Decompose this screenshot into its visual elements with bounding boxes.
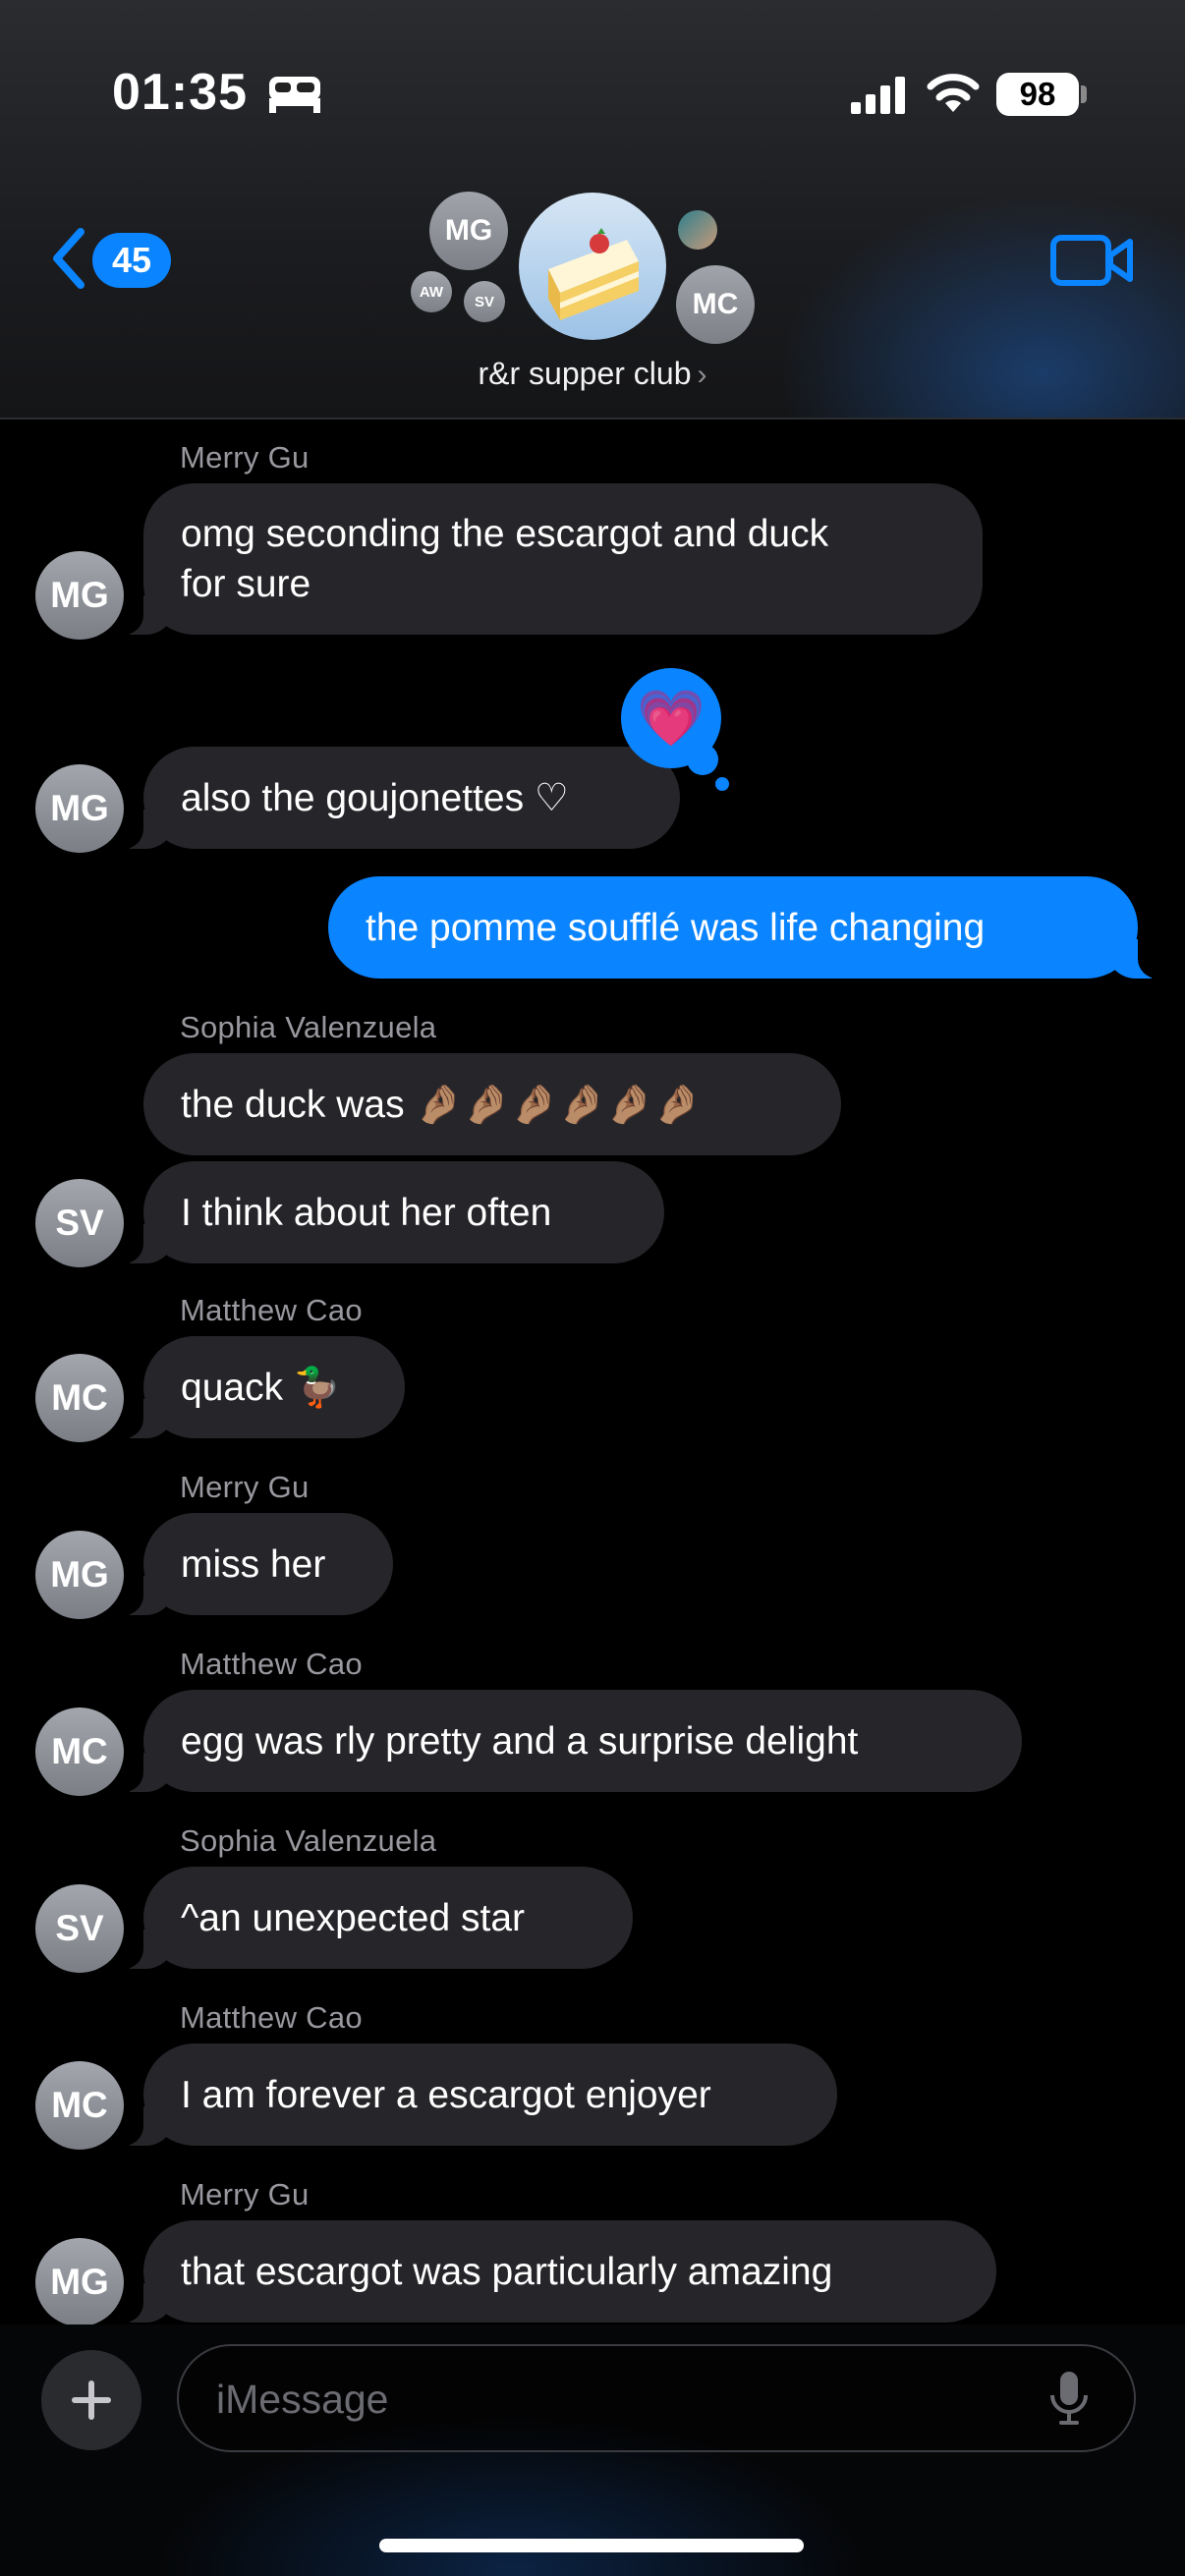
message-text: miss her [181, 1542, 326, 1586]
message-bubble[interactable]: I am forever a escargot enjoyer [120, 2044, 837, 2146]
cellular-signal-icon [851, 77, 905, 114]
message-bubble[interactable]: omg seconding the escargot and duck for … [120, 483, 983, 635]
message-bubble[interactable]: I think about her often [120, 1161, 664, 1263]
status-time: 01:35 [112, 64, 248, 121]
conversation-header: 01:35 98 45 MG AW SV MC r&r supper club … [0, 0, 1185, 420]
message-bubble[interactable]: the duck was 🤌🏽🤌🏽🤌🏽🤌🏽🤌🏽🤌🏽 [143, 1053, 841, 1155]
sender-name: Sophia Valenzuela [180, 1823, 437, 1858]
avatar[interactable]: MG [35, 551, 124, 640]
message-text-line: for sure [181, 563, 311, 605]
message-text: the pomme soufflé was life changing [366, 906, 986, 949]
message-bubble[interactable]: that escargot was particularly amazing [120, 2220, 996, 2323]
member-avatar-mc: MC [676, 265, 755, 344]
group-photo-cake[interactable] [519, 193, 666, 340]
message-bubble[interactable]: ^an unexpected star [120, 1867, 633, 1969]
home-indicator[interactable] [379, 2539, 804, 2552]
message-text: ^an unexpected star [181, 1896, 526, 1939]
message-text: the duck was 🤌🏽🤌🏽🤌🏽🤌🏽🤌🏽🤌🏽 [181, 1083, 702, 1126]
message-bubble[interactable]: quack 🦆 [120, 1336, 405, 1438]
microphone-icon[interactable] [1048, 2370, 1090, 2429]
message-text: also the goujonettes ♡ [181, 776, 569, 819]
message-bubble[interactable]: egg was rly pretty and a surprise deligh… [120, 1690, 1022, 1792]
sleep-focus-icon [269, 77, 320, 113]
message-text: egg was rly pretty and a surprise deligh… [181, 1719, 859, 1763]
battery-indicator: 98 [996, 73, 1079, 116]
group-name-link[interactable]: r&r supper club › [0, 356, 1185, 392]
reaction-tail [715, 777, 729, 791]
avatar[interactable]: MG [35, 1531, 124, 1619]
message-text: that escargot was particularly amazing [181, 2250, 833, 2293]
sender-name: Merry Gu [180, 440, 310, 475]
chevron-right-icon: › [697, 359, 707, 391]
avatar[interactable]: MC [35, 1354, 124, 1442]
avatar[interactable]: SV [35, 1179, 124, 1267]
message-input[interactable] [214, 2346, 1004, 2452]
message-text-line: omg seconding the escargot and duck [181, 513, 829, 555]
wifi-icon [927, 74, 980, 112]
avatar[interactable]: MG [35, 2238, 124, 2326]
member-avatar-mg: MG [429, 192, 508, 270]
group-name: r&r supper club [478, 356, 692, 391]
message-text: quack 🦆 [181, 1366, 342, 1409]
sender-name: Matthew Cao [180, 1293, 363, 1327]
message-bubble[interactable]: also the goujonettes ♡ [120, 747, 680, 849]
message-text: I think about her often [181, 1191, 552, 1234]
message-bubble[interactable]: miss her [120, 1513, 393, 1615]
add-attachment-button[interactable] [41, 2350, 141, 2450]
battery-nub [1081, 85, 1087, 103]
avatar[interactable]: MC [35, 1708, 124, 1796]
sender-name: Merry Gu [180, 2177, 310, 2212]
member-avatar-aw: AW [411, 271, 452, 312]
sender-name: Matthew Cao [180, 2000, 363, 2035]
avatar[interactable]: MC [35, 2061, 124, 2150]
message-field[interactable] [177, 2344, 1136, 2452]
sender-name: Matthew Cao [180, 1647, 363, 1681]
message-text: I am forever a escargot enjoyer [181, 2073, 711, 2116]
sender-name: Merry Gu [180, 1470, 310, 1504]
back-chevron-icon[interactable] [49, 226, 88, 291]
sender-name: Sophia Valenzuela [180, 1010, 437, 1044]
avatar[interactable]: MG [35, 764, 124, 853]
member-avatar-sv: SV [464, 281, 505, 322]
unread-count-badge[interactable]: 45 [92, 233, 171, 288]
plus-icon [72, 2380, 111, 2420]
video-call-icon[interactable] [1049, 232, 1134, 289]
cake-icon [548, 228, 639, 320]
avatar[interactable]: SV [35, 1884, 124, 1973]
outgoing-message-bubble[interactable]: the pomme soufflé was life changing [328, 876, 1161, 979]
member-avatar-photo [678, 210, 717, 250]
reaction-tail [687, 744, 718, 775]
